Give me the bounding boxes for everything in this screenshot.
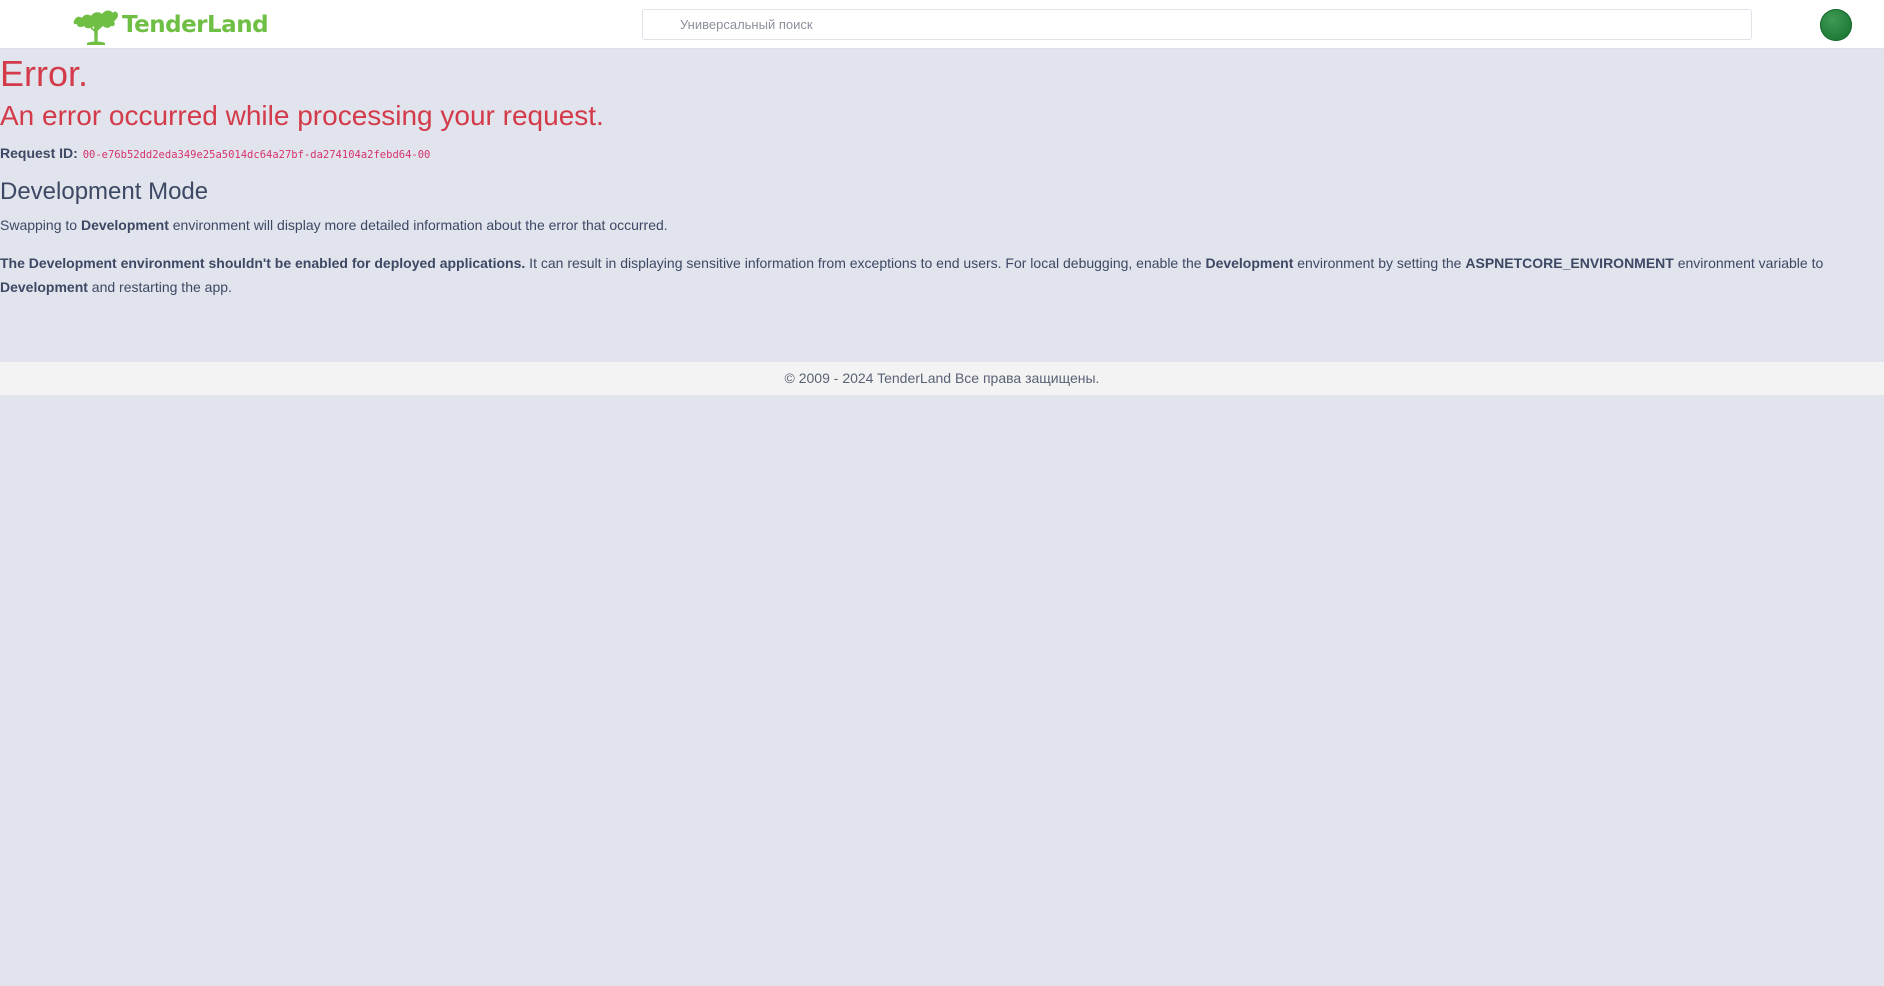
para1-bold-development: Development	[80, 217, 169, 233]
para2-text-4: and restarting the app.	[87, 279, 232, 295]
copyright-text: © 2009 - 2024 TenderLand Все права защищ…	[784, 370, 1100, 386]
para2-bold-env-var: ASPNETCORE_ENVIRONMENT	[1465, 255, 1674, 271]
user-avatar[interactable]	[1820, 9, 1852, 41]
request-id-line: Request ID: 00-e76b52dd2eda349e25a5014dc…	[0, 143, 430, 165]
para1-text-1: Swapping to	[0, 217, 81, 233]
para2-text-2: environment by setting the	[1293, 255, 1466, 271]
request-id-label: Request ID:	[0, 145, 78, 161]
development-mode-heading: Development Mode	[0, 178, 209, 205]
para2-bold-warning: The Development environment shouldn't be…	[0, 255, 526, 271]
page-footer: © 2009 - 2024 TenderLand Все права защищ…	[0, 362, 1884, 395]
error-title: Error.	[0, 53, 89, 94]
universal-search-box[interactable]	[642, 9, 1752, 40]
development-mode-paragraph-2: The Development environment shouldn't be…	[0, 251, 1884, 299]
para2-text-3: environment variable to	[1673, 255, 1824, 271]
para2-text-1: It can result in displaying sensitive in…	[525, 255, 1206, 271]
tenderland-logo-link[interactable]: TenderLand	[72, 4, 269, 46]
logo-text: TenderLand	[122, 12, 269, 38]
para2-bold-development: Development	[1205, 255, 1294, 271]
development-mode-paragraph-1: Swapping to Development environment will…	[0, 213, 1884, 237]
top-navbar: TenderLand	[0, 0, 1884, 49]
error-subtitle: An error occurred while processing your …	[0, 100, 604, 131]
universal-search-input[interactable]	[643, 10, 1751, 39]
request-id-value: 00-e76b52dd2eda349e25a5014dc64a27bf-da27…	[82, 149, 431, 161]
para2-bold-development-2: Development	[0, 279, 88, 295]
russia-map-tree-logo-icon	[72, 4, 120, 46]
para1-text-2: environment will display more detailed i…	[168, 217, 668, 233]
